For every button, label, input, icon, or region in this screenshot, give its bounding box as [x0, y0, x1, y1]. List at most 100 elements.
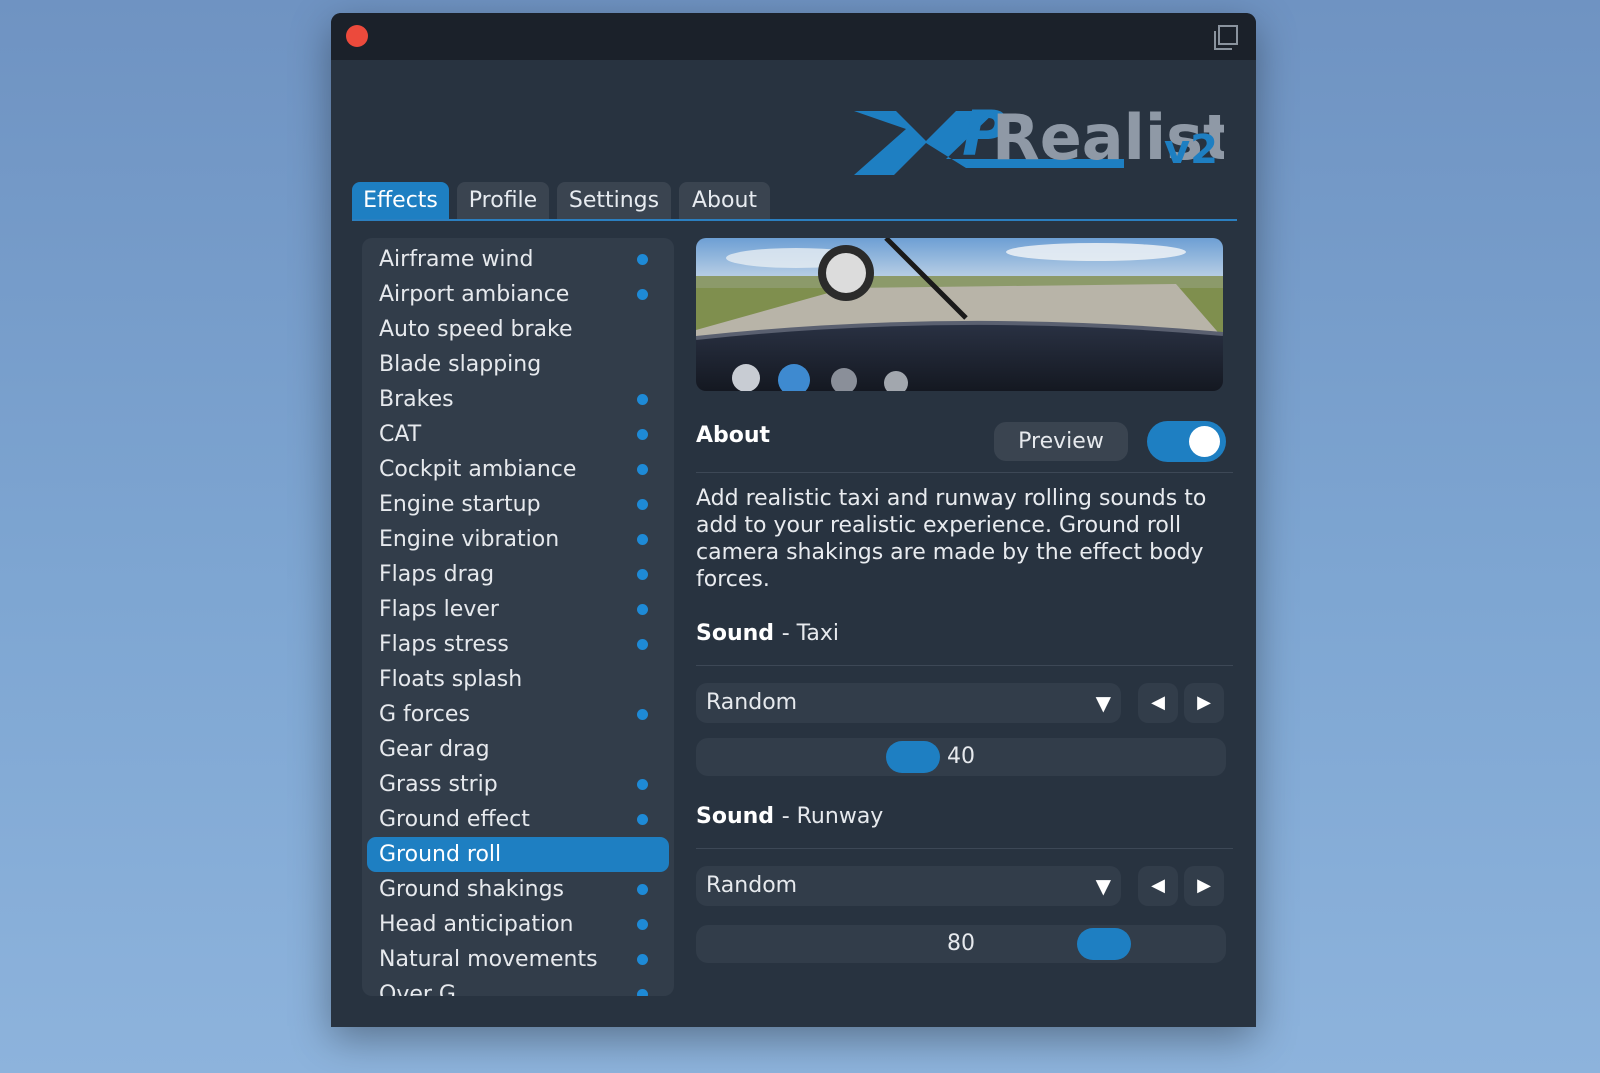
sound-runway-select[interactable]: Random ▼ — [696, 866, 1121, 906]
sound-runway-volume-value: 80 — [947, 931, 975, 956]
sound-runway-prev-button[interactable]: ◀ — [1138, 866, 1178, 906]
effect-item[interactable]: CAT — [367, 417, 669, 452]
divider — [696, 472, 1233, 473]
enabled-dot-icon — [637, 569, 648, 580]
effect-item-label: Engine startup — [379, 492, 541, 517]
effect-item-label: Over G — [379, 982, 456, 996]
effect-item[interactable]: Head anticipation — [367, 907, 669, 942]
effect-item-label: Flaps lever — [379, 597, 499, 622]
effect-item[interactable]: Engine vibration — [367, 522, 669, 557]
effect-item-label: Airframe wind — [379, 247, 534, 272]
tab-effects[interactable]: Effects — [352, 182, 449, 219]
effect-item-label: Flaps stress — [379, 632, 509, 657]
effect-item[interactable]: Blade slapping — [367, 347, 669, 382]
effect-item-label: Head anticipation — [379, 912, 574, 937]
sound-taxi-heading: Sound - Taxi — [696, 621, 839, 646]
effect-item[interactable]: Floats splash — [367, 662, 669, 697]
enabled-dot-icon — [637, 429, 648, 440]
triangle-left-icon: ◀ — [1151, 692, 1165, 713]
sound-runway-volume-slider[interactable]: 80 — [696, 925, 1226, 963]
enabled-dot-icon — [637, 464, 648, 475]
sound-runway-subtitle: - Runway — [781, 804, 884, 829]
sound-taxi-volume-slider[interactable]: 40 — [696, 738, 1226, 776]
tab-bar: Effects Profile Settings About — [352, 169, 1237, 221]
effect-item-label: Ground shakings — [379, 877, 565, 902]
effect-item-label: Gear drag — [379, 737, 490, 762]
effect-item[interactable]: Ground shakings — [367, 872, 669, 907]
triangle-left-icon: ◀ — [1151, 875, 1165, 896]
title-bar — [331, 13, 1256, 60]
sound-taxi-next-button[interactable]: ▶ — [1184, 683, 1224, 723]
divider — [696, 848, 1233, 849]
enabled-dot-icon — [637, 919, 648, 930]
sound-runway-title: Sound — [696, 804, 775, 829]
effect-item-label: Airport ambiance — [379, 282, 570, 307]
sound-taxi-prev-button[interactable]: ◀ — [1138, 683, 1178, 723]
effect-item[interactable]: Flaps stress — [367, 627, 669, 662]
sound-runway-next-button[interactable]: ▶ — [1184, 866, 1224, 906]
effect-item[interactable]: Cockpit ambiance — [367, 452, 669, 487]
enabled-dot-icon — [637, 954, 648, 965]
effect-item[interactable]: Gear drag — [367, 732, 669, 767]
effect-item[interactable]: Auto speed brake — [367, 312, 669, 347]
effect-item[interactable]: Brakes — [367, 382, 669, 417]
effect-item-label: Engine vibration — [379, 527, 560, 552]
effect-item-label: G forces — [379, 702, 470, 727]
effect-item-label: Brakes — [379, 387, 454, 412]
effects-list[interactable]: Airframe wind Airport ambiance Auto speed … — [362, 238, 674, 996]
effect-item-label: Floats splash — [379, 667, 523, 692]
effect-item[interactable]: Airport ambiance — [367, 277, 669, 312]
chevron-down-icon: ▼ — [1095, 874, 1111, 898]
triangle-right-icon: ▶ — [1197, 875, 1211, 896]
effect-item-label: Grass strip — [379, 772, 498, 797]
enabled-dot-icon — [637, 884, 648, 895]
svg-text:v2: v2 — [1164, 127, 1218, 173]
close-icon[interactable] — [346, 25, 368, 47]
preview-toggle[interactable] — [1147, 421, 1226, 462]
triangle-right-icon: ▶ — [1197, 692, 1211, 713]
enabled-dot-icon — [637, 499, 648, 510]
effect-item[interactable]: Natural movements — [367, 942, 669, 977]
effect-item-label: Cockpit ambiance — [379, 457, 577, 482]
enabled-dot-icon — [637, 814, 648, 825]
chevron-down-icon: ▼ — [1095, 691, 1111, 715]
sound-runway-heading: Sound - Runway — [696, 804, 883, 829]
effect-item[interactable]: Flaps lever — [367, 592, 669, 627]
xprealistic-window: P Realistic v2 Effects Profile Settings … — [331, 13, 1256, 1027]
effect-item[interactable]: Over G — [367, 977, 669, 996]
preview-button[interactable]: Preview — [994, 422, 1128, 461]
enabled-dot-icon — [637, 779, 648, 790]
effect-item[interactable]: Flaps drag — [367, 557, 669, 592]
effect-item[interactable]: Grass strip — [367, 767, 669, 802]
divider — [696, 665, 1233, 666]
effect-item[interactable]: Airframe wind — [367, 242, 669, 277]
popout-window-icon[interactable] — [1210, 23, 1240, 53]
enabled-dot-icon — [637, 989, 648, 996]
tab-settings[interactable]: Settings — [557, 182, 671, 219]
effect-description: Add realistic taxi and runway rolling so… — [696, 486, 1207, 592]
enabled-dot-icon — [637, 639, 648, 650]
toggle-knob — [1189, 426, 1220, 457]
sound-taxi-select[interactable]: Random ▼ — [696, 683, 1121, 723]
enabled-dot-icon — [637, 289, 648, 300]
enabled-dot-icon — [637, 394, 648, 405]
sound-taxi-volume-value: 40 — [947, 744, 975, 769]
effect-item-label: CAT — [379, 422, 422, 447]
effect-item[interactable]: G forces — [367, 697, 669, 732]
effect-item-label: Ground roll — [379, 842, 502, 867]
effect-item-label: Auto speed brake — [379, 317, 573, 342]
sound-taxi-title: Sound — [696, 621, 775, 646]
sound-runway-selected: Random — [706, 873, 798, 898]
effect-item-label: Ground effect — [379, 807, 530, 832]
effect-item-label: Blade slapping — [379, 352, 542, 377]
tab-profile[interactable]: Profile — [457, 182, 549, 219]
effect-item[interactable]: Ground effect — [367, 802, 669, 837]
effect-item-label: Natural movements — [379, 947, 598, 972]
effect-item[interactable]: Ground roll — [367, 837, 669, 872]
enabled-dot-icon — [637, 709, 648, 720]
enabled-dot-icon — [637, 254, 648, 265]
tab-about[interactable]: About — [679, 182, 770, 219]
effect-item[interactable]: Engine startup — [367, 487, 669, 522]
desktop: { "tabs": [ {"label": "Effects", "active… — [0, 0, 1600, 1073]
effect-preview-image — [696, 238, 1223, 391]
